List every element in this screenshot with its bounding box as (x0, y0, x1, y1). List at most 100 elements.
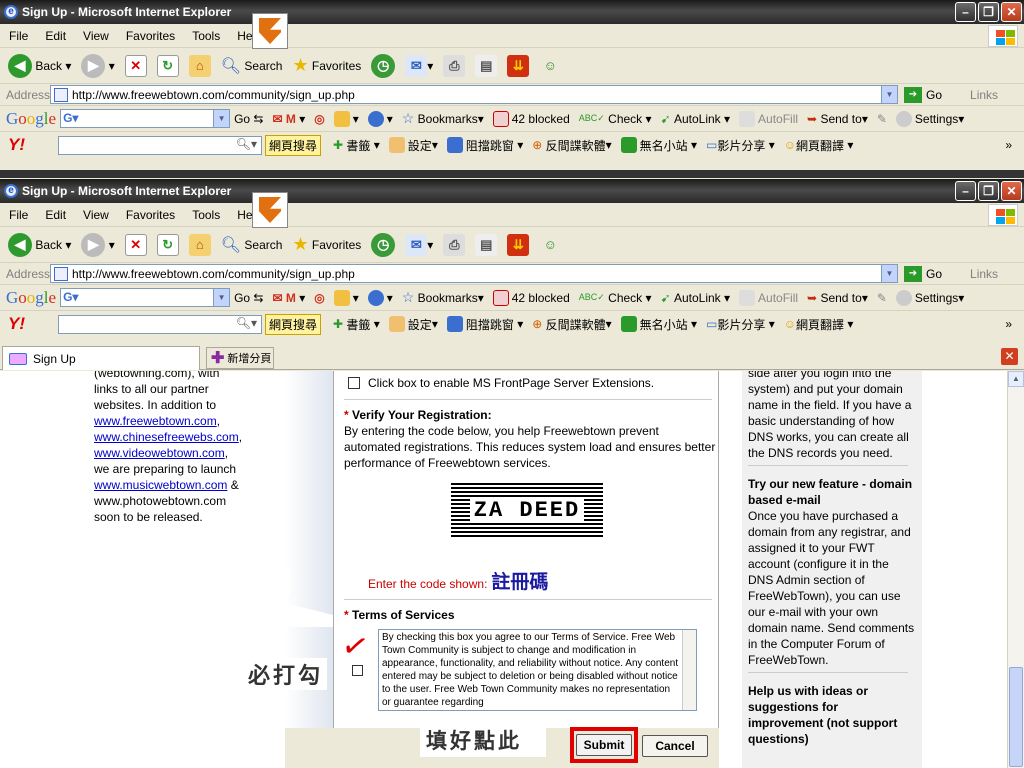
frontpage-checkbox[interactable] (348, 377, 360, 389)
maximize-button[interactable]: ❐ (978, 2, 999, 22)
menu-view[interactable]: View (74, 208, 117, 222)
autofill-button[interactable]: AutoFill (739, 110, 798, 127)
minimize-button[interactable]: – (955, 2, 976, 22)
back-button[interactable]: ◀ Back ▾ (8, 232, 71, 257)
wretch-button[interactable]: 無名小站 ▾ (620, 316, 697, 333)
stop-button[interactable]: ✕ (124, 54, 147, 77)
link-chinesefreewebs[interactable]: www.chinesefreewebs.com (94, 430, 239, 444)
download-button[interactable]: ⇊ (507, 54, 530, 77)
gmail-icon[interactable]: ✉ M ▾ (272, 112, 305, 126)
edit-button[interactable]: ▤ (475, 233, 498, 256)
link-freewebtown[interactable]: www.freewebtown.com (94, 414, 217, 428)
home-button[interactable]: ⌂ (188, 233, 211, 256)
anti-spyware-button[interactable]: ⊕ 反間諜軟體 ▾ (532, 137, 611, 154)
search-button[interactable]: 🔍︎ Search (221, 235, 283, 255)
link-videowebtown[interactable]: www.videowebtown.com (94, 446, 225, 460)
mail-button[interactable]: ✉ ▾ (405, 54, 433, 77)
forward-button[interactable]: ▶ ▾ (81, 53, 115, 78)
settings-button[interactable]: Settings ▾ (895, 110, 964, 127)
forward-button[interactable]: ▶ ▾ (81, 232, 115, 257)
menu-view[interactable]: View (74, 29, 117, 43)
menu-tools[interactable]: Tools (183, 29, 228, 43)
video-share-button[interactable]: ▭ 影片分享 ▾ (706, 316, 775, 333)
scroll-up-icon[interactable]: ▲ (1008, 371, 1024, 387)
google-search-input[interactable]: G▾ ▼ (60, 288, 231, 307)
links-label[interactable]: Links (970, 267, 998, 281)
favorites-button[interactable]: ★ Favorites (292, 55, 361, 76)
popup-blocker-button[interactable]: 42 blocked (492, 110, 570, 127)
edit-button[interactable]: ▤ (475, 54, 498, 77)
stop-button[interactable]: ✕ (124, 233, 147, 256)
download-button[interactable]: ⇊ (507, 233, 530, 256)
menu-file[interactable]: File (0, 208, 36, 222)
sendto-button[interactable]: ➥ Send to ▾ (807, 112, 868, 126)
messenger-button[interactable]: ☺ (539, 54, 562, 77)
picasa-icon[interactable]: ◎ (314, 112, 324, 126)
chevron-down-icon[interactable]: ▼ (213, 289, 230, 306)
settings-button[interactable]: Settings ▾ (895, 289, 964, 306)
history-button[interactable]: ◷ (371, 232, 396, 257)
anti-spyware-button[interactable]: ⊕ 反間諜軟體 ▾ (532, 316, 611, 333)
maximize-button[interactable]: ❐ (978, 181, 999, 201)
new-tab-button[interactable]: ✚ 新增分頁 (206, 347, 274, 369)
close-button[interactable]: ✕ (1001, 181, 1022, 201)
dell-icon[interactable]: ▾ (367, 110, 393, 127)
address-input[interactable]: http://www.freewebtown.com/community/sig… (50, 264, 898, 283)
yahoo-settings-button[interactable]: 設定 ▾ (388, 137, 438, 154)
messenger-button[interactable]: ☺ (539, 233, 562, 256)
yahoo-settings-button[interactable]: 設定 ▾ (388, 316, 438, 333)
gmail-icon[interactable]: ✉ M ▾ (272, 291, 305, 305)
close-tab-icon[interactable]: ✕ (1001, 348, 1018, 365)
menu-edit[interactable]: Edit (36, 29, 74, 43)
pencil-icon[interactable]: ✎ (877, 291, 887, 305)
go-button[interactable]: ➔ Go (904, 86, 942, 103)
submit-button[interactable]: Submit (576, 734, 632, 756)
picasa-icon[interactable]: ◎ (314, 291, 324, 305)
mail-button[interactable]: ✉ ▾ (405, 233, 433, 256)
google-go-button[interactable]: Go ⇆ (234, 291, 263, 305)
history-button[interactable]: ◷ (371, 53, 396, 78)
autolink-button[interactable]: ➹ AutoLink ▾ (661, 291, 730, 305)
video-share-button[interactable]: ▭ 影片分享 ▾ (706, 137, 775, 154)
popup-block-button[interactable]: 阻擋跳窗 ▾ (446, 316, 523, 333)
terms-scrollbar[interactable] (682, 630, 696, 710)
spellcheck-button[interactable]: ABC✓ Check ▾ (579, 112, 652, 126)
popup-blocker-button[interactable]: 42 blocked (492, 289, 570, 306)
menu-tools[interactable]: Tools (183, 208, 228, 222)
yahoo-web-search-button[interactable]: 網頁搜尋 (265, 313, 322, 335)
popup-block-button[interactable]: 阻擋跳窗 ▾ (446, 137, 523, 154)
google-search-input[interactable]: G▾ ▼ (60, 109, 231, 128)
translate-button[interactable]: ☺ 網頁翻譯 ▾ (784, 316, 854, 333)
chevron-down-icon[interactable]: ▼ (881, 265, 897, 282)
yahoo-bookmarks-button[interactable]: ✚ 書籤 ▾ (333, 137, 380, 154)
favorites-button[interactable]: ★ Favorites (292, 234, 361, 255)
search-button[interactable]: 🔍︎ Search (221, 56, 283, 76)
sendto-button[interactable]: ➥ Send to ▾ (807, 291, 868, 305)
wretch-button[interactable]: 無名小站 ▾ (620, 137, 697, 154)
google-go-button[interactable]: Go ⇆ (234, 112, 263, 126)
bookmarks-button[interactable]: ☆ Bookmarks ▾ (402, 289, 484, 306)
refresh-button[interactable]: ↻ (156, 233, 179, 256)
yahoo-bookmarks-button[interactable]: ✚ 書籤 ▾ (333, 316, 380, 333)
minimize-button[interactable]: – (955, 181, 976, 201)
pencil-icon[interactable]: ✎ (877, 112, 887, 126)
link-musicwebtown[interactable]: www.musicwebtown.com (94, 478, 227, 492)
yahoo-search-input[interactable]: 🔍︎▾ (58, 135, 262, 155)
more-chevron-icon[interactable]: » (1005, 317, 1012, 331)
cancel-button[interactable]: Cancel (642, 735, 708, 757)
tab-sign-up[interactable]: Sign Up (2, 346, 200, 370)
yahoo-web-search-button[interactable]: 網頁搜尋 (265, 134, 322, 156)
print-button[interactable]: ⎙ (443, 54, 466, 77)
spellcheck-button[interactable]: ABC✓ Check ▾ (579, 291, 652, 305)
close-button[interactable]: ✕ (1001, 2, 1022, 22)
chevron-down-icon[interactable]: ▼ (881, 86, 897, 103)
back-button[interactable]: ◀ Back ▾ (8, 53, 71, 78)
dell-icon[interactable]: ▾ (367, 289, 393, 306)
home-button[interactable]: ⌂ (188, 54, 211, 77)
chevron-down-icon[interactable]: ▼ (213, 110, 230, 127)
translate-button[interactable]: ☺ 網頁翻譯 ▾ (784, 137, 854, 154)
links-label[interactable]: Links (970, 88, 998, 102)
menu-file[interactable]: File (0, 29, 36, 43)
menu-edit[interactable]: Edit (36, 208, 74, 222)
more-chevron-icon[interactable]: » (1005, 138, 1012, 152)
